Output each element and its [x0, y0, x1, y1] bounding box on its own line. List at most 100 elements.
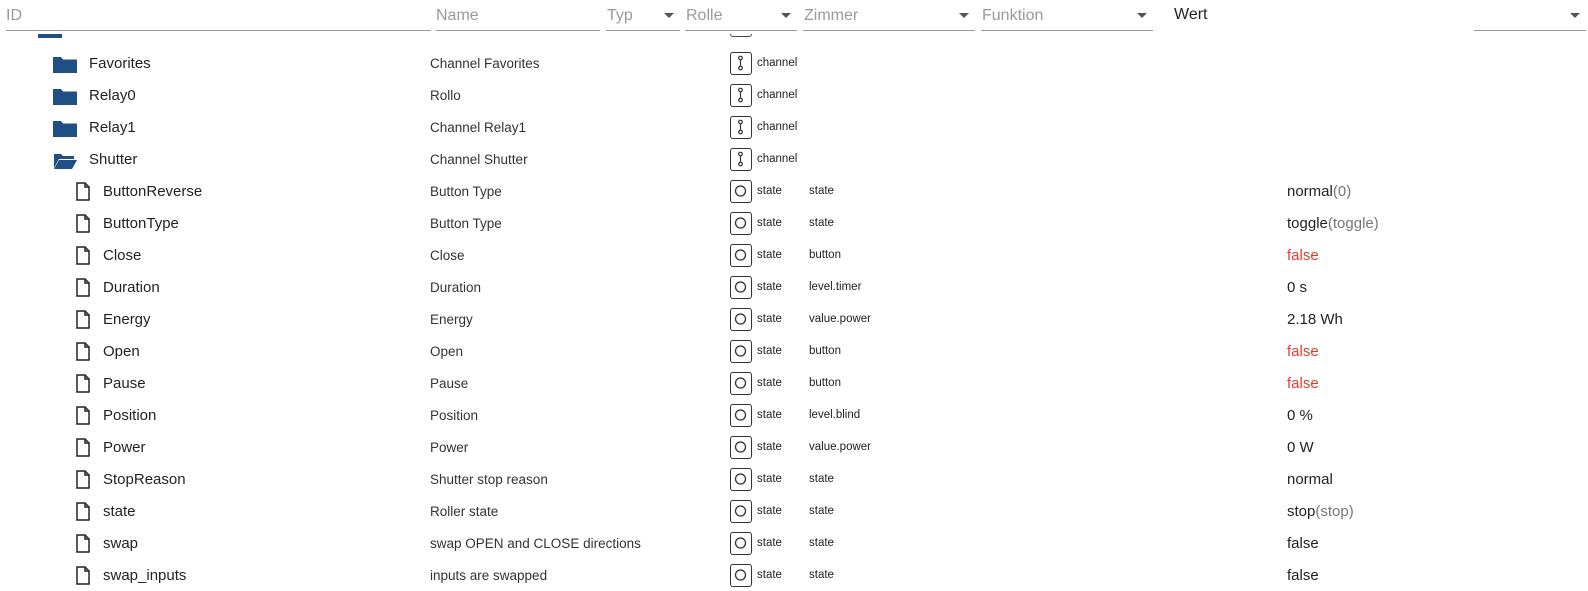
row-id: Shutter	[89, 151, 138, 168]
row-role: state	[809, 473, 834, 485]
row-role: button	[809, 377, 841, 389]
file-icon	[76, 566, 90, 585]
state-row[interactable]: Position Position state level.blind 0 %	[0, 400, 1588, 432]
wert-column-label: Wert	[1174, 6, 1208, 23]
row-value[interactable]: false	[1287, 535, 1319, 552]
chevron-down-icon	[664, 13, 674, 18]
state-icon	[730, 276, 752, 299]
state-row[interactable]: StopReason Shutter stop reason state state n…	[0, 464, 1588, 496]
id-filter-input[interactable]	[6, 0, 431, 30]
row-id: state	[103, 503, 136, 520]
row-type: state	[757, 409, 782, 421]
name-filter[interactable]	[436, 0, 600, 31]
row-type: state	[757, 505, 782, 517]
row-name: Channel Shutter	[430, 152, 528, 167]
row-type: channel	[757, 153, 798, 165]
row-name: Roller state	[430, 504, 499, 519]
state-row[interactable]: state Roller state state state stop(stop)	[0, 496, 1588, 528]
row-id: swap	[103, 535, 139, 552]
name-filter-input[interactable]	[436, 0, 600, 30]
state-row[interactable]: Energy Energy state value.power 2.18 Wh	[0, 304, 1588, 336]
rolle-select[interactable]: Rolle	[685, 0, 797, 31]
value-text: 0 s	[1287, 279, 1308, 296]
state-row[interactable]: Pause Pause state button false	[0, 368, 1588, 400]
row-type: state	[757, 217, 782, 229]
channel-row[interactable]: Relay0 Rollo channel	[0, 80, 1588, 112]
file-icon	[76, 278, 90, 297]
row-id: Pause	[103, 375, 146, 392]
id-filter[interactable]	[6, 0, 431, 31]
row-value[interactable]: false	[1287, 247, 1319, 264]
state-row[interactable]: ButtonReverse Button Type state state normal…	[0, 176, 1588, 208]
row-role: state	[809, 569, 834, 581]
zimmer-select-label: Zimmer	[804, 7, 859, 24]
state-row[interactable]: Close Close state button false	[0, 240, 1588, 272]
channel-icon	[730, 84, 752, 107]
row-id: Close	[103, 247, 142, 264]
row-value[interactable]: 0 %	[1287, 407, 1313, 424]
row-value[interactable]: 0 W	[1287, 439, 1314, 456]
row-id: ButtonReverse	[103, 183, 203, 200]
file-icon	[76, 534, 90, 553]
value-raw: (0)	[1332, 183, 1352, 200]
channel-row[interactable]: Favorites Channel Favorites channel	[0, 48, 1588, 80]
channel-icon	[730, 52, 752, 75]
row-value[interactable]: false	[1287, 375, 1319, 392]
file-icon	[76, 438, 90, 457]
state-icon	[730, 564, 752, 587]
row-type: state	[757, 377, 782, 389]
row-value[interactable]: false	[1287, 343, 1319, 360]
row-type: state	[757, 281, 782, 293]
file-icon	[76, 182, 90, 201]
state-row[interactable]: Duration Duration state level.timer 0 s	[0, 272, 1588, 304]
state-row[interactable]: ButtonType Button Type state state toggle(to…	[0, 208, 1588, 240]
row-id: Power	[103, 439, 146, 456]
row-value[interactable]: normal(0)	[1287, 183, 1351, 200]
value-text: false	[1287, 343, 1319, 360]
chevron-down-icon	[781, 13, 791, 18]
row-value[interactable]: stop(stop)	[1287, 503, 1354, 520]
folder-icon	[53, 89, 77, 105]
row-id: Favorites	[89, 55, 151, 72]
folder-open-icon	[54, 154, 77, 169]
value-text: false	[1287, 375, 1319, 392]
row-id: Open	[103, 343, 140, 360]
funktion-select[interactable]: Funktion	[981, 0, 1153, 31]
row-value[interactable]: 0 s	[1287, 279, 1307, 296]
typ-select[interactable]: Typ	[606, 0, 680, 31]
state-row[interactable]: swap_inputs inputs are swapped state state f…	[0, 560, 1588, 591]
value-text: 0 W	[1287, 439, 1314, 456]
value-text: stop	[1287, 503, 1316, 520]
row-name: Power	[430, 440, 469, 455]
state-row[interactable]: Power Power state value.power 0 W	[0, 432, 1588, 464]
row-role: level.blind	[809, 409, 861, 421]
row-value[interactable]: normal	[1287, 471, 1333, 488]
channel-row[interactable]: Relay1 Channel Relay1 channel	[0, 112, 1588, 144]
row-role: button	[809, 345, 841, 357]
row-value[interactable]: toggle(toggle)	[1287, 215, 1379, 232]
parent-device-row-clipped[interactable]	[0, 34, 1588, 40]
row-type: channel	[757, 57, 798, 69]
state-row[interactable]: Open Open state button false	[0, 336, 1588, 368]
wert-select[interactable]	[1474, 0, 1586, 31]
row-role: value.power	[809, 313, 872, 325]
value-text: false	[1287, 247, 1319, 264]
channel-row[interactable]: Shutter Channel Shutter channel	[0, 144, 1588, 176]
state-row[interactable]: swap swap OPEN and CLOSE directions state s…	[0, 528, 1588, 560]
zimmer-select[interactable]: Zimmer	[803, 0, 975, 31]
device-icon	[730, 34, 752, 37]
state-icon	[730, 340, 752, 363]
row-name: Button Type	[430, 184, 502, 199]
rolle-select-label: Rolle	[686, 7, 723, 24]
row-type: state	[757, 537, 782, 549]
row-id: Position	[103, 407, 157, 424]
row-type: state	[757, 441, 782, 453]
row-id: ButtonType	[103, 215, 179, 232]
row-type: state	[757, 473, 782, 485]
row-name: swap OPEN and CLOSE directions	[430, 536, 641, 551]
row-value[interactable]: 2.18 Wh	[1287, 311, 1343, 328]
row-value[interactable]: false	[1287, 567, 1319, 584]
state-icon	[730, 500, 752, 523]
row-name: Position	[430, 408, 479, 423]
value-raw: (toggle)	[1327, 215, 1379, 232]
